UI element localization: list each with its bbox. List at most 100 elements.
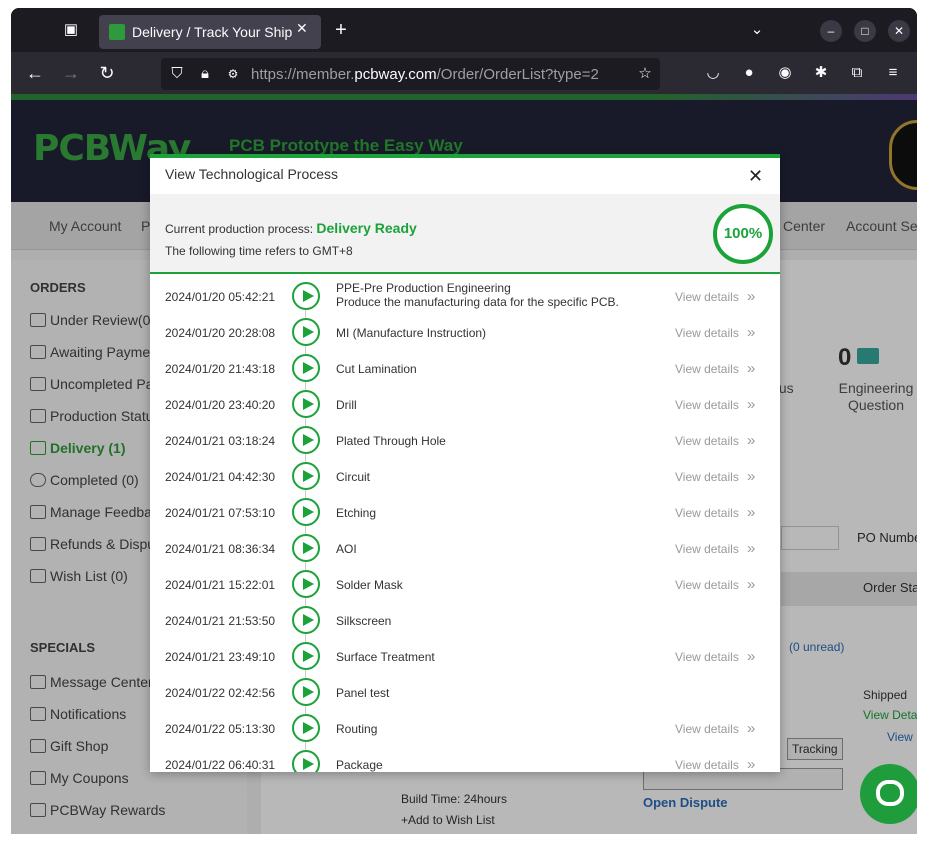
step-title: Panel test bbox=[336, 686, 390, 700]
process-step: 2024/01/21 21:53:50 Silkscreen bbox=[150, 602, 780, 642]
play-icon[interactable] bbox=[292, 534, 320, 562]
url-text[interactable]: https://member.pcbway.com/Order/OrderLis… bbox=[251, 66, 631, 83]
step-title: Package bbox=[336, 758, 383, 772]
shield-icon[interactable]: ⛉ bbox=[163, 60, 191, 88]
tab-close-icon[interactable]: ✕ bbox=[296, 20, 308, 37]
tech-process-modal: View Technological Process ✕ Current pro… bbox=[150, 154, 780, 772]
step-title: Routing bbox=[336, 722, 378, 736]
modal-title: View Technological Process bbox=[165, 166, 339, 182]
step-name: Drill bbox=[336, 398, 357, 412]
permissions-icon[interactable]: ⚙ bbox=[219, 60, 247, 88]
step-name: MI (Manufacture Instruction) bbox=[336, 326, 486, 340]
view-details-link[interactable]: View details bbox=[675, 504, 755, 521]
step-name: Cut Lamination bbox=[336, 362, 417, 376]
bookmark-star-icon[interactable]: ☆ bbox=[631, 60, 659, 88]
progress-circle: 100% bbox=[713, 204, 773, 264]
play-icon[interactable] bbox=[292, 642, 320, 670]
view-details-link[interactable]: View details bbox=[675, 360, 755, 377]
step-time: 2024/01/20 23:40:20 bbox=[165, 398, 276, 412]
process-step: 2024/01/22 06:40:31 Package View details bbox=[150, 746, 780, 772]
play-icon[interactable] bbox=[292, 678, 320, 706]
modal-header: View Technological Process ✕ bbox=[150, 158, 780, 194]
step-name: Package bbox=[336, 758, 383, 772]
live-chat-button[interactable] bbox=[860, 764, 917, 824]
new-tab-icon[interactable]: + bbox=[327, 16, 355, 44]
lock-icon[interactable]: 🔒︎ bbox=[191, 60, 219, 88]
extension-circle-icon[interactable]: ● bbox=[735, 59, 763, 87]
play-icon[interactable] bbox=[292, 390, 320, 418]
step-title: AOI bbox=[336, 542, 357, 556]
view-details-link[interactable]: View details bbox=[675, 540, 755, 557]
play-icon[interactable] bbox=[292, 750, 320, 772]
close-window-icon[interactable]: ✕ bbox=[888, 20, 910, 42]
step-name: Panel test bbox=[336, 686, 389, 700]
step-time: 2024/01/21 04:42:30 bbox=[165, 470, 276, 484]
process-step: 2024/01/21 07:53:10 Etching View details bbox=[150, 494, 780, 534]
view-details-link[interactable]: View details bbox=[675, 324, 755, 341]
play-icon[interactable] bbox=[292, 570, 320, 598]
current-process: Current production process: Delivery Rea… bbox=[165, 220, 417, 236]
step-time: 2024/01/21 03:18:24 bbox=[165, 434, 276, 448]
status-panel: Current production process: Delivery Rea… bbox=[150, 194, 780, 274]
step-title: Circuit bbox=[336, 470, 371, 484]
view-details-link[interactable]: View details bbox=[675, 432, 755, 449]
menu-icon[interactable]: ≡ bbox=[879, 59, 907, 87]
tab-list-chevron-icon[interactable]: ⌄ bbox=[743, 16, 771, 44]
view-details-link[interactable]: View details bbox=[675, 576, 755, 593]
github-icon[interactable]: ◉ bbox=[771, 59, 799, 87]
maximize-icon[interactable]: □ bbox=[854, 20, 876, 42]
step-name: AOI bbox=[336, 542, 357, 556]
play-icon[interactable] bbox=[292, 318, 320, 346]
play-icon[interactable] bbox=[292, 498, 320, 526]
step-name: Plated Through Hole bbox=[336, 434, 446, 448]
tab-overview-icon[interactable]: ▣ bbox=[57, 16, 85, 44]
favicon-icon bbox=[109, 24, 125, 40]
step-name: PPE-Pre Production Engineering Produce th… bbox=[336, 281, 619, 309]
play-icon[interactable] bbox=[292, 354, 320, 382]
process-step: 2024/01/20 20:28:08 MI (Manufacture Instr… bbox=[150, 314, 780, 354]
process-step: 2024/01/20 23:40:20 Drill View details bbox=[150, 386, 780, 426]
url-bar[interactable]: ⛉ 🔒︎ ⚙ https://member.pcbway.com/Order/O… bbox=[161, 58, 660, 90]
step-time: 2024/01/21 07:53:10 bbox=[165, 506, 276, 520]
minimize-icon[interactable]: – bbox=[820, 20, 842, 42]
process-step: 2024/01/21 03:18:24 Plated Through Hole Vi… bbox=[150, 422, 780, 462]
process-steps: 2024/01/20 05:42:21 PPE-Pre Production En… bbox=[150, 276, 780, 772]
step-name: Circuit bbox=[336, 470, 370, 484]
step-time: 2024/01/21 15:22:01 bbox=[165, 578, 276, 592]
step-title: Etching bbox=[336, 506, 377, 520]
step-time: 2024/01/21 08:36:34 bbox=[165, 542, 276, 556]
step-name: Solder Mask bbox=[336, 578, 403, 592]
view-details-link[interactable]: View details bbox=[675, 396, 755, 413]
step-title: Plated Through Hole bbox=[336, 434, 446, 448]
view-details-link[interactable]: View details bbox=[675, 648, 755, 665]
process-step: 2024/01/21 08:36:34 AOI View details bbox=[150, 530, 780, 570]
browser-tab[interactable]: Delivery / Track Your Ship ✕ bbox=[99, 15, 321, 49]
reload-icon[interactable]: ↻ bbox=[93, 59, 121, 87]
extensions-puzzle-icon[interactable]: ⧉ bbox=[843, 59, 871, 87]
process-step: 2024/01/21 23:49:10 Surface Treatment View… bbox=[150, 638, 780, 678]
play-icon[interactable] bbox=[292, 426, 320, 454]
tab-bar: ▣ Delivery / Track Your Ship ✕ + ⌄ – □ ✕ bbox=[11, 8, 917, 52]
step-title: MI (Manufacture Instruction) bbox=[336, 326, 487, 340]
process-step: 2024/01/22 05:13:30 Routing View details bbox=[150, 710, 780, 750]
step-time: 2024/01/22 02:42:56 bbox=[165, 686, 276, 700]
view-details-link[interactable]: View details bbox=[675, 756, 755, 772]
step-time: 2024/01/22 06:40:31 bbox=[165, 758, 276, 772]
view-details-link[interactable]: View details bbox=[675, 720, 755, 737]
modal-close-icon[interactable]: ✕ bbox=[748, 166, 763, 187]
step-title: PPE-Pre Production Engineering bbox=[336, 281, 511, 295]
play-icon[interactable] bbox=[292, 282, 320, 310]
forward-icon[interactable]: → bbox=[57, 59, 85, 87]
play-icon[interactable] bbox=[292, 606, 320, 634]
play-icon[interactable] bbox=[292, 462, 320, 490]
back-icon[interactable]: ← bbox=[21, 59, 49, 87]
step-title: Silkscreen bbox=[336, 614, 392, 628]
step-description: Produce the manufacturing data for the s… bbox=[336, 295, 619, 309]
pocket-icon[interactable]: ◡ bbox=[699, 59, 727, 87]
step-time: 2024/01/21 23:49:10 bbox=[165, 650, 276, 664]
process-step: 2024/01/22 02:42:56 Panel test bbox=[150, 674, 780, 714]
paw-extension-icon[interactable]: ✱ bbox=[807, 59, 835, 87]
play-icon[interactable] bbox=[292, 714, 320, 742]
view-details-link[interactable]: View details bbox=[675, 468, 755, 485]
view-details-link[interactable]: View details bbox=[675, 288, 755, 305]
